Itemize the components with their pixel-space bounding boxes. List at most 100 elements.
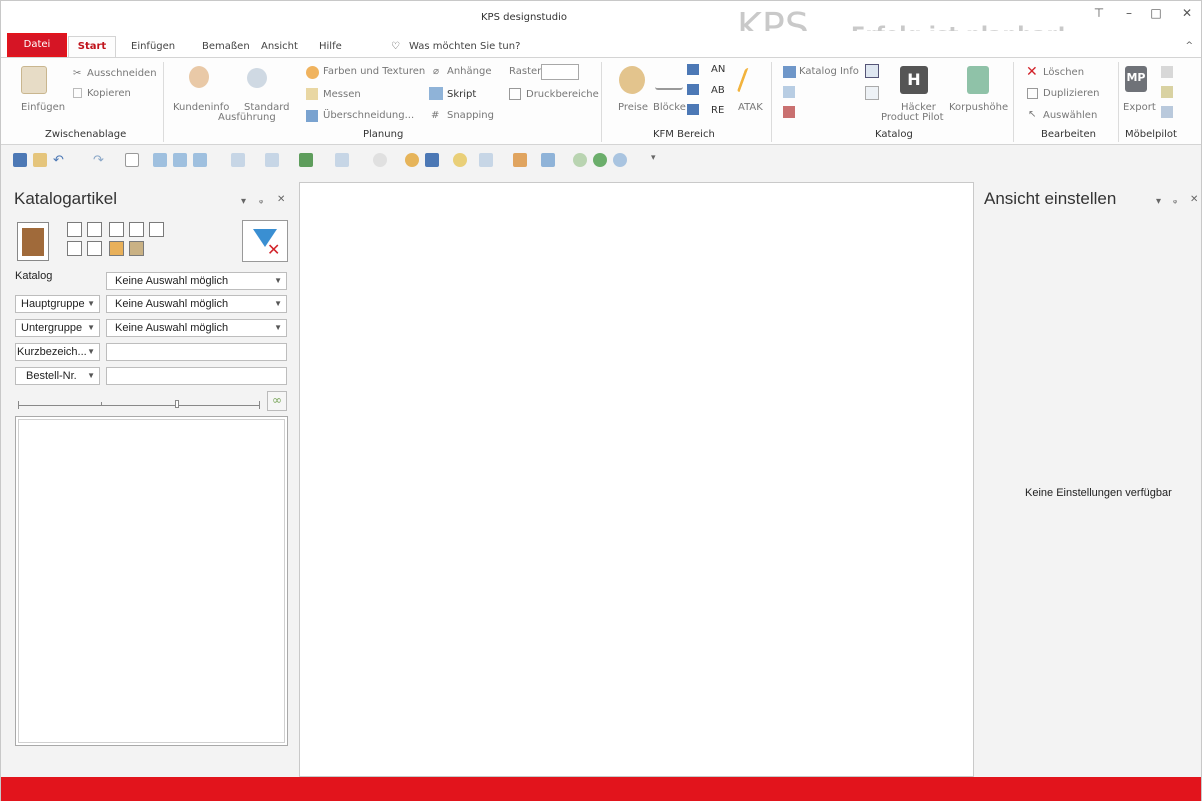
ausfuehrung-button[interactable]: Ausführung [218,112,276,123]
panel-menu-icon[interactable]: ▾ [241,196,246,207]
tab-hilfe[interactable]: Hilfe [319,41,342,52]
auswaehlen-button[interactable]: Auswählen [1043,110,1097,121]
no-settings-text: Keine Einstellungen verfügbar [1025,487,1172,499]
hood-icon[interactable] [67,241,82,256]
panel-close-icon[interactable]: ✕ [277,194,285,205]
panel-close-icon[interactable]: ✕ [1190,194,1198,205]
cut-button[interactable]: Ausschneiden [87,68,157,79]
customize-toolbar-icon[interactable]: ▾ [651,153,665,167]
tab-ansicht[interactable]: Ansicht [261,41,298,52]
frame-icon[interactable] [87,241,102,256]
collapse-ribbon-icon[interactable]: ^ [1185,41,1193,51]
cabinet-type-icon[interactable] [17,222,49,261]
korpushoehe-button[interactable]: Korpushöhe [949,102,1008,113]
untergruppe-value-select[interactable]: Keine Auswahl möglich ▼ [106,319,287,337]
paste-button[interactable]: Einfügen [21,102,65,113]
zoom-slider-track[interactable] [18,405,260,406]
tell-me-input[interactable]: Was möchten Sie tun? [409,41,520,52]
druckbereiche-button[interactable]: Druckbereiche [526,89,599,100]
wall-cabinet-icon[interactable] [87,222,102,237]
raster-input[interactable] [541,64,579,80]
tab-einfuegen[interactable]: Einfügen [131,41,175,52]
render-icon[interactable] [479,153,493,167]
loeschen-button[interactable]: Löschen [1043,67,1084,78]
appliance-icon[interactable] [129,241,144,256]
bestellnr-select[interactable]: Bestell-Nr. ▼ [15,367,100,385]
cover-panel-icon[interactable] [149,222,164,237]
diamond-icon[interactable] [373,153,387,167]
preise-button[interactable]: Preise [618,102,648,113]
ueberschneidung-button[interactable]: Überschneidung... [323,110,414,121]
close-button[interactable]: ✕ [1177,6,1197,20]
tab-file[interactable]: Datei [7,33,67,57]
coins-small-icon[interactable] [405,153,419,167]
katalog-select-value: Keine Auswahl möglich [115,275,229,287]
redo-icon[interactable]: ↷ [93,153,107,168]
ribbon-display-icon[interactable]: ⊤ [1089,6,1109,20]
copy-button[interactable]: Kopieren [87,88,131,99]
maximize-button[interactable]: □ [1146,6,1166,20]
design-canvas[interactable] [299,182,974,777]
pin-icon[interactable]: ᵩ [259,195,263,206]
calc-icon[interactable] [425,153,439,167]
messen-button[interactable]: Messen [323,89,361,100]
minimize-button[interactable]: – [1119,6,1139,20]
view-icon-1[interactable] [153,153,167,167]
catalog-item-list[interactable] [15,416,288,746]
hauptgruppe-select[interactable]: Hauptgruppe ▼ [15,295,100,313]
re-button[interactable]: RE [711,105,724,116]
untergruppe-select[interactable]: Untergruppe ▼ [15,319,100,337]
undo-icon[interactable]: ↶ [53,153,67,168]
ab-button[interactable]: AB [711,85,725,96]
link-button[interactable]: ∞ [267,391,287,411]
light-icon[interactable] [453,153,467,167]
bestellnr-input[interactable] [106,367,287,385]
katalog-select[interactable]: Keine Auswahl möglich ▼ [106,272,287,290]
snapping-button[interactable]: Snapping [447,110,494,121]
layout-icon[interactable] [335,153,349,167]
hauptgruppe-value-select[interactable]: Keine Auswahl möglich ▼ [106,295,287,313]
view-icon-4[interactable] [231,153,245,167]
product-pilot-button[interactable]: Product Pilot [881,112,944,123]
skript-button[interactable]: Skript [447,89,476,100]
export-icon[interactable] [299,153,313,167]
mp-sync-icon[interactable] [1161,106,1173,118]
pin-icon[interactable]: ᵩ [1173,195,1177,206]
view-icon-2[interactable] [173,153,187,167]
tab-bemassen[interactable]: Bemaßen [202,41,250,52]
zoom-slider-thumb[interactable] [175,400,179,408]
tall-cabinet-icon[interactable] [109,222,124,237]
catalog-doc-icon[interactable] [783,86,795,98]
clear-filter-button[interactable]: ✕ [242,220,288,262]
an-button[interactable]: AN [711,64,725,75]
view-icon-5[interactable] [265,153,279,167]
katalog-info-button[interactable]: Katalog Info [799,66,859,77]
duplizieren-button[interactable]: Duplizieren [1043,88,1100,99]
atak-button[interactable]: ATAK [738,102,763,113]
select-tool-icon[interactable] [541,153,555,167]
corner-cabinet-icon[interactable] [67,222,82,237]
mp-edit-icon[interactable] [1161,86,1173,98]
save-icon[interactable] [13,153,27,167]
export-button[interactable]: Export [1123,102,1156,113]
catalog-table-icon[interactable] [865,64,879,78]
accessory-icon[interactable] [109,241,124,256]
anhaenge-button[interactable]: Anhänge [447,66,491,77]
mp-doc-icon[interactable] [1161,66,1173,78]
clock-icon[interactable] [573,153,587,167]
catalog-export-icon[interactable] [783,106,795,118]
zoom-icon[interactable] [613,153,627,167]
new-window-icon[interactable] [125,153,139,167]
farben-texturen-button[interactable]: Farben und Texturen [323,66,425,77]
panel-element-icon[interactable] [129,222,144,237]
open-icon[interactable] [33,153,47,167]
view-icon-3[interactable] [193,153,207,167]
bloecke-button[interactable]: Blöcke [653,102,686,113]
figure-icon[interactable] [513,153,527,167]
catalog-grid-icon[interactable] [865,86,879,100]
panel-menu-icon[interactable]: ▾ [1156,196,1161,207]
kurzbezeichnung-select[interactable]: Kurzbezeich... ▼ [15,343,100,361]
tab-start[interactable]: Start [68,36,116,58]
refresh-icon[interactable] [593,153,607,167]
kurzbezeichnung-input[interactable] [106,343,287,361]
